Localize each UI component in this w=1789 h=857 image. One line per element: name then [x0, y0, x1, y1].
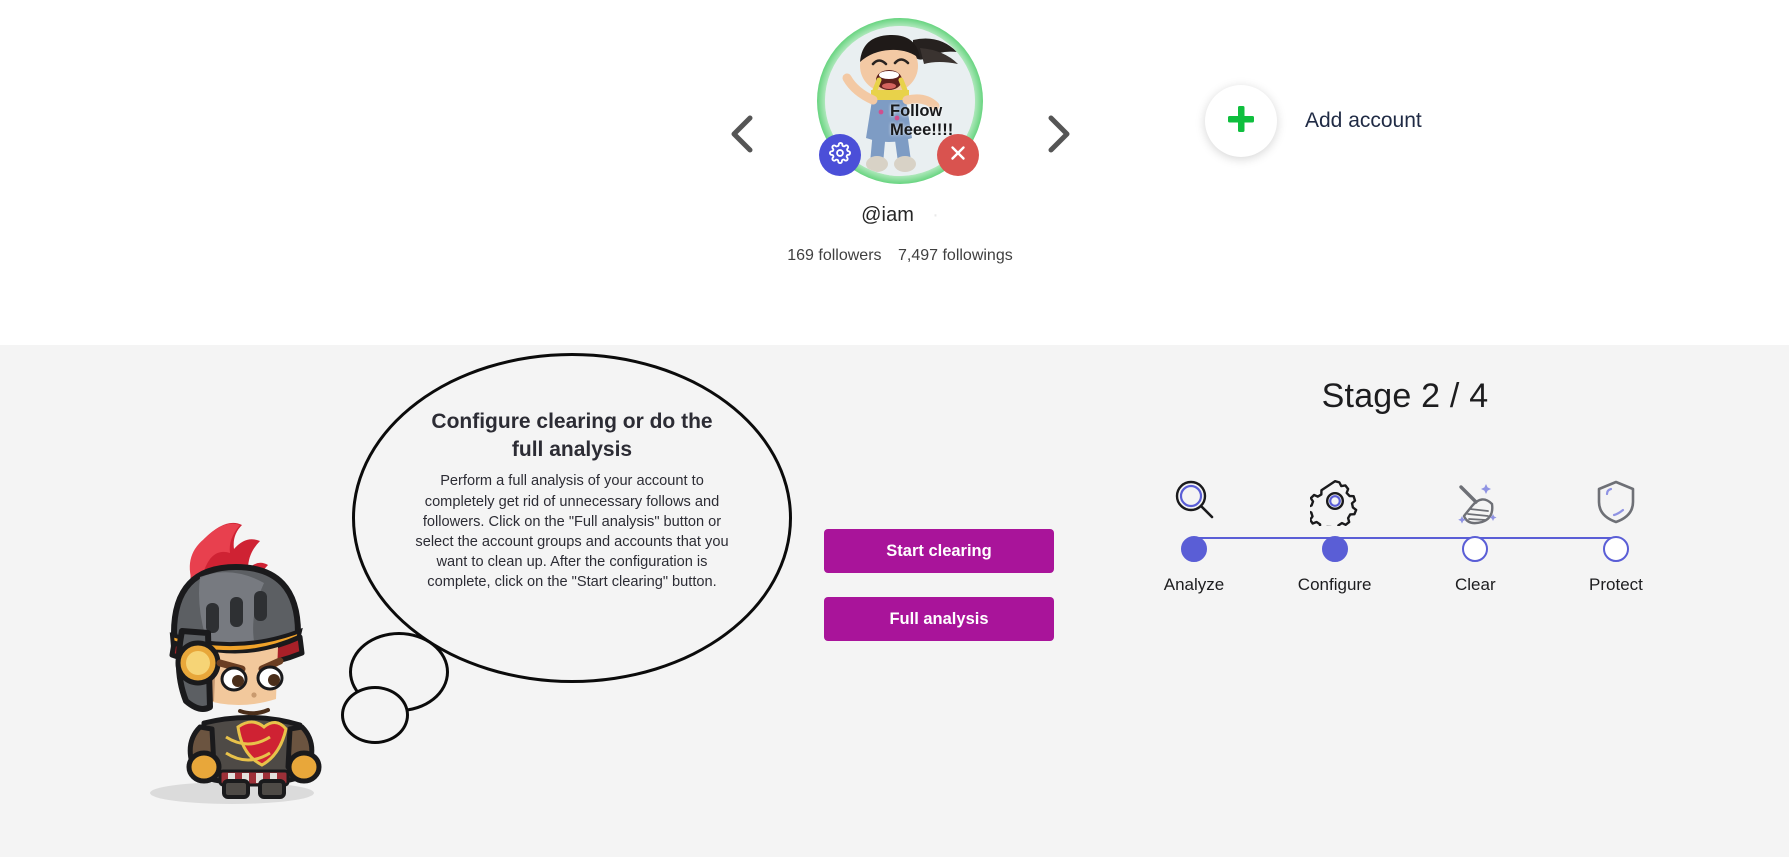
guide-bubble: Configure clearing or do the full analys… [341, 353, 792, 744]
start-clearing-button[interactable]: Start clearing [824, 529, 1054, 573]
stage-label-analyze: Analyze [1163, 575, 1225, 594]
remove-account-button[interactable] [937, 134, 979, 176]
magnifier-icon [1169, 474, 1219, 526]
add-account-button[interactable]: Add account [1205, 85, 1422, 157]
add-account-circle[interactable] [1205, 85, 1277, 157]
guide-bubble-title: Configure clearing or do the full analys… [431, 410, 713, 461]
stage-step-analyze[interactable]: Analyze [1142, 474, 1246, 595]
followings-count: 7,497 followings [897, 247, 1013, 264]
account-stats: 169 followers 7,497 followings [787, 247, 1012, 265]
account-handle-text: @iam [861, 204, 915, 226]
stage-dot-analyze[interactable] [1181, 536, 1207, 562]
chevron-right-icon [1043, 112, 1073, 156]
stage-dot-configure[interactable] [1321, 536, 1348, 562]
account-carousel: Follow Meee!!!! @iam · 169 followers 7,4… [660, 18, 1140, 265]
stage-step-protect[interactable]: Protect [1564, 474, 1668, 595]
stage-dot-clear[interactable] [1462, 536, 1489, 562]
account-handle-suffix: · [932, 204, 939, 226]
avatar[interactable]: Follow Meee!!!! [817, 18, 983, 184]
avatar-overlay-line1: Follow [890, 102, 943, 120]
add-account-label: Add account [1305, 109, 1422, 132]
knight-mascot-icon [112, 515, 348, 805]
stage-title: Stage 2 / 4 [1321, 377, 1489, 415]
stage-connector-line [1194, 537, 1616, 539]
stage-progress: Stage 2 / 4 Analyze Configure Clear Prot… [1120, 377, 1690, 595]
stage-step-configure[interactable]: Configure [1283, 474, 1387, 595]
broom-icon [1450, 474, 1500, 526]
account-handle: @iam · [861, 204, 939, 227]
action-buttons: Start clearing Full analysis [824, 529, 1054, 641]
account-bar: Follow Meee!!!! @iam · 169 followers 7,4… [0, 0, 1789, 345]
stage-steps: Analyze Configure Clear Protect [1120, 474, 1690, 595]
stage-label-protect: Protect [1589, 575, 1643, 594]
stage-step-clear[interactable]: Clear [1423, 474, 1527, 595]
followers-count: 169 followers [787, 247, 882, 264]
guide-panel: Configure clearing or do the full analys… [0, 345, 1789, 857]
gear-icon [1309, 474, 1360, 526]
stage-dot-protect[interactable] [1602, 536, 1629, 562]
account-card[interactable]: Follow Meee!!!! @iam · 169 followers 7,4… [770, 18, 1030, 265]
stage-label-configure: Configure [1297, 575, 1372, 594]
app-root: Follow Meee!!!! @iam · 169 followers 7,4… [0, 0, 1789, 857]
full-analysis-button[interactable]: Full analysis [824, 597, 1054, 641]
plus-icon [1224, 102, 1258, 141]
stage-label-clear: Clear [1455, 575, 1496, 594]
account-settings-button[interactable] [819, 134, 861, 176]
gear-icon [829, 141, 851, 169]
prev-account-button[interactable] [714, 106, 770, 162]
chevron-left-icon [727, 112, 757, 156]
guide-bubble-body: Perform a full analysis of your account … [415, 473, 729, 591]
next-account-button[interactable] [1030, 106, 1086, 162]
close-icon [947, 142, 969, 169]
bubble-tail-small [341, 686, 409, 744]
shield-icon [1591, 474, 1641, 526]
